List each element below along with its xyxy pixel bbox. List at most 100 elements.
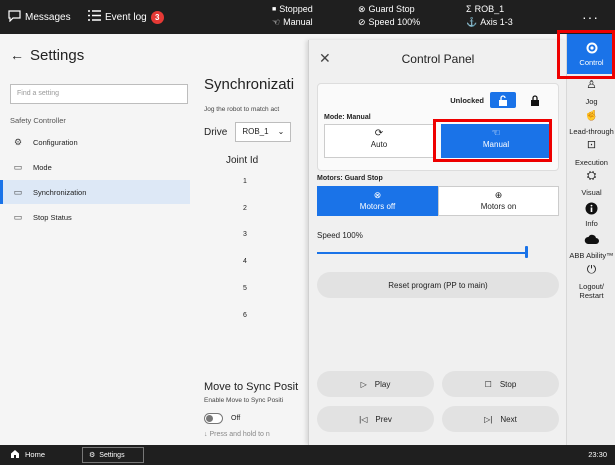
back-arrow-icon[interactable]: ← [10,47,24,63]
nav-label: Synchronization [33,187,87,197]
event-log-button[interactable]: Event log 3 [88,10,164,24]
lock-icon[interactable] [522,92,548,108]
page-title: Settings [30,46,85,64]
status-robot[interactable]: Σ ROB_1 ⚓ Axis 1-3 [466,3,513,29]
stop-label: Stop [499,379,517,389]
info-icon [567,202,615,218]
motors-off-button[interactable]: ⊗ Motors off [317,186,438,216]
sidebar-item-jog[interactable]: ♙ Jog [567,80,615,106]
robot-icon: Σ [466,4,472,14]
taskbar: Home ⚙ Settings 23:30 [0,445,615,465]
messages-label: Messages [25,12,71,23]
sidebar-label: ABB Ability™ [569,251,614,260]
gear-icon [567,41,615,57]
nav-item-stop-status[interactable]: ▭ Stop Status [0,205,190,229]
sidebar-item-abb-ability[interactable]: ABB Ability™ [567,234,615,260]
guard-stop-icon: ⊗ [358,4,366,14]
sidebar-item-info[interactable]: Info [567,202,615,228]
auto-icon: ⟳ [374,128,384,139]
nav-label: Mode [33,162,52,172]
motors-on-label: Motors on [480,202,517,211]
motors-on-icon: ⊕ [494,190,503,200]
taskbar-settings-label: Settings [99,451,125,459]
next-button[interactable]: ▷| Next [442,406,559,432]
speed-slider-track[interactable] [317,252,527,254]
speed-label: Speed 100% [317,231,363,240]
sidebar-item-visual[interactable]: ⛭ Visual [567,171,615,197]
status-state: Stopped [279,4,313,14]
motors-off-icon: ⊗ [373,190,382,200]
mode-auto-label: Auto [370,140,388,149]
drive-label: Drive [204,126,228,138]
event-log-label: Event log [105,11,147,23]
joint-row: 2 [243,205,247,212]
toggle-label: Off [231,415,241,422]
status-robot-name: ROB_1 [474,4,505,14]
nav-item-configuration[interactable]: ⚙ Configuration [0,130,190,154]
sidebar-label: Lead-through [569,127,614,136]
reset-program-button[interactable]: Reset program (PP to main) [317,272,559,298]
status-safety[interactable]: ⊗ Guard Stop ⊘ Speed 100% [358,3,420,29]
execution-icon: ⊡ [586,141,597,151]
sidebar-item-logout[interactable]: ⏻ Logout/ Restart [567,265,615,300]
more-menu-button[interactable]: ··· [566,0,615,34]
sidebar-item-control[interactable]: Control [567,34,615,74]
nav-item-synchronization[interactable]: ▭ Synchronization [0,180,190,204]
play-label: Play [374,379,391,389]
motors-on-button[interactable]: ⊕ Motors on [438,186,559,216]
play-button[interactable]: ▷ Play [317,371,434,397]
stop-status-icon: ▭ [13,211,23,222]
section-label: Safety Controller [10,116,66,125]
joint-row: 4 [243,258,247,265]
chevron-down-icon: ⌄ [277,127,285,136]
sidebar-item-execution[interactable]: ⊡ Execution [567,141,615,167]
press-hold-button[interactable]: ↓ Press and hold to n [204,431,310,445]
prev-label: Prev [375,414,392,424]
event-count-badge: 3 [150,10,164,24]
unlocked-label: Unlocked [450,95,484,105]
move-sync-toggle[interactable] [204,413,223,424]
taskbar-settings-tab[interactable]: ⚙ Settings [82,447,144,463]
unlock-icon[interactable] [490,92,516,108]
status-controller[interactable]: ■ Stopped ☜ Manual [272,3,313,29]
joint-row: 6 [243,312,247,319]
joint-row: 3 [243,231,247,238]
mode-auto-button[interactable]: ⟳ Auto [324,124,434,158]
axis-icon: ⚓ [466,17,478,27]
stop-button[interactable]: ☐ Stop [442,371,559,397]
mode-manual-button[interactable]: ☜ Manual [441,124,551,158]
sidebar-label: Visual [581,188,602,197]
gear-icon: ⚙ [13,136,23,147]
lock-row: Unlocked [450,92,548,108]
sidebar-label-2: Restart [579,291,604,300]
gear-icon: ⚙ [89,452,96,459]
status-safety-text: Guard Stop [368,4,415,14]
nav-label: Stop Status [33,212,72,222]
sync-icon: ▭ [13,186,23,197]
search-input[interactable]: Find a setting [10,84,188,104]
messages-button[interactable]: Messages [8,10,71,25]
joint-row: 5 [243,285,247,292]
stop-icon: ☐ [484,379,492,389]
joint-row: 1 [243,178,247,185]
sidebar-item-lead-through[interactable]: ☝ Lead-through [567,110,615,136]
jog-icon: ♙ [586,80,597,91]
top-bar: Messages Event log 3 ■ Stopped ☜ Manual ⊗ G… [0,0,615,34]
speed-slider-handle[interactable] [525,246,528,258]
drive-select[interactable]: ROB_1 ⌄ [235,122,292,142]
control-panel: ✕ Control Panel Unlocked Mode: Manual ⟳ … [308,40,566,445]
sidebar-label: Execution [575,158,608,167]
prev-button[interactable]: |◁ Prev [317,406,434,432]
nav-item-mode[interactable]: ▭ Mode [0,155,190,179]
lead-through-icon: ☝ [584,110,599,121]
status-mode: Manual [283,17,313,27]
list-icon [88,10,101,24]
motors-off-label: Motors off [359,202,396,211]
stop-square-icon: ■ [272,6,277,13]
next-label: Next [500,414,517,424]
status-speed: Speed 100% [368,17,421,27]
home-button[interactable]: Home [10,449,45,460]
sidebar-label: Logout/ [578,282,605,291]
sidebar-label: Jog [585,97,598,106]
motors-label: Motors: Guard Stop [317,175,383,182]
